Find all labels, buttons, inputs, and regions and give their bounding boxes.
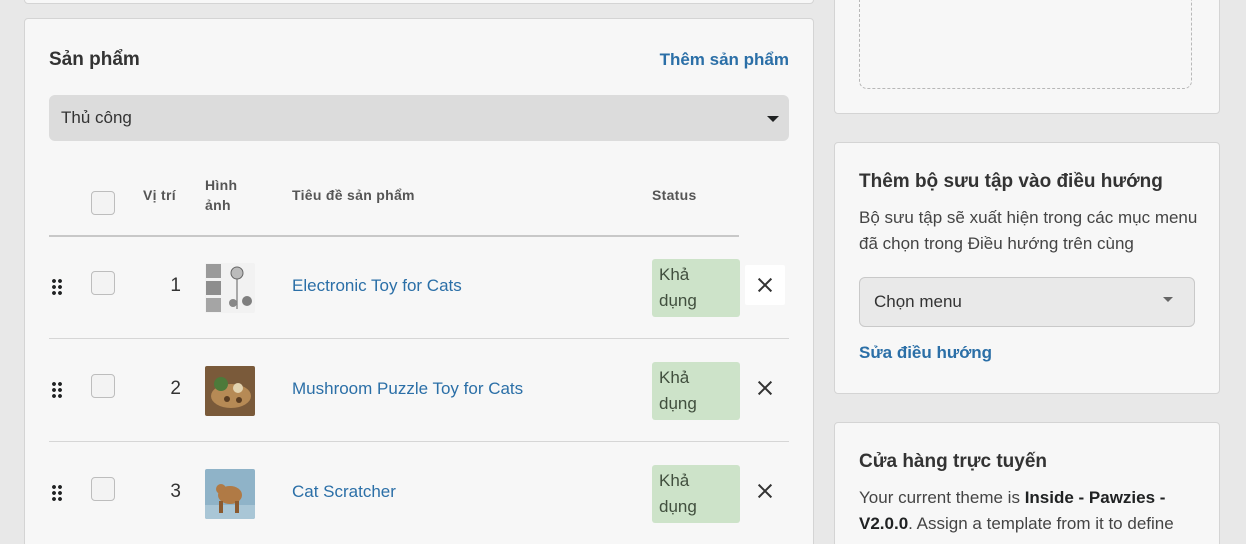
product-thumbnail <box>205 263 255 313</box>
header-image: Hình ảnh <box>205 175 237 215</box>
navigation-card: Thêm bộ sưu tập vào điều hướng Bộ sưu tậ… <box>834 142 1220 394</box>
product-thumbnail <box>205 469 255 519</box>
add-product-link[interactable]: Thêm sản phẩm <box>660 50 789 70</box>
select-all-checkbox[interactable] <box>91 191 115 215</box>
remove-product-button[interactable] <box>745 265 785 305</box>
row-position: 1 <box>170 275 181 296</box>
row-checkbox[interactable] <box>91 374 115 398</box>
image-drop-zone[interactable] <box>859 0 1192 89</box>
products-title: Sản phẩm <box>49 49 140 70</box>
status-badge: Khả dụng <box>652 465 740 523</box>
navigation-title: Thêm bộ sưu tập vào điều hướng <box>859 171 1163 192</box>
drag-handle-icon[interactable] <box>52 485 62 503</box>
menu-select[interactable]: Chọn menu <box>859 277 1195 327</box>
product-title-link[interactable]: Cat Scratcher <box>292 482 396 502</box>
row-checkbox[interactable] <box>91 271 115 295</box>
status-badge: Khả dụng <box>652 362 740 420</box>
online-store-description: Your current theme is Inside - Pawzies -… <box>859 488 1174 533</box>
close-icon <box>757 380 773 396</box>
row-divider <box>49 338 789 339</box>
close-icon <box>757 483 773 499</box>
close-icon <box>757 277 773 293</box>
row-position: 2 <box>170 378 181 399</box>
product-thumbnail <box>205 366 255 416</box>
row-position: 3 <box>170 481 181 502</box>
header-image-line1: Hình <box>205 177 238 193</box>
header-title: Tiêu đề sản phẩm <box>292 187 415 203</box>
table-row: 1 Electronic Toy for Cats Khả dụng <box>49 237 789 339</box>
product-title-link[interactable]: Electronic Toy for Cats <box>292 276 462 296</box>
navigation-description: Bộ sưu tập sẽ xuất hiện trong các mục me… <box>859 208 1198 253</box>
sort-select[interactable]: Thủ công <box>49 95 789 141</box>
product-title-link[interactable]: Mushroom Puzzle Toy for Cats <box>292 379 523 399</box>
header-image-line2: ảnh <box>205 197 231 213</box>
previous-card-bottom <box>24 0 814 4</box>
caret-down-icon <box>1163 297 1173 302</box>
header-status: Status <box>652 187 697 203</box>
table-row: 3 Cat Scratcher Khả dụng <box>49 443 789 544</box>
remove-product-button[interactable] <box>745 471 785 511</box>
status-badge: Khả dụng <box>652 259 740 317</box>
sort-select-value: Thủ công <box>61 108 132 127</box>
edit-navigation-link[interactable]: Sửa điều hướng <box>859 343 992 363</box>
drag-handle-icon[interactable] <box>52 279 62 297</box>
row-divider <box>49 441 789 442</box>
header-position: Vị trí <box>143 187 176 203</box>
products-card: Sản phẩm Thêm sản phẩm Thủ công Vị trí H… <box>24 18 814 544</box>
drag-handle-icon[interactable] <box>52 382 62 400</box>
collection-image-card <box>834 0 1220 114</box>
online-store-card: Cửa hàng trực tuyến Your current theme i… <box>834 422 1220 544</box>
online-store-title: Cửa hàng trực tuyến <box>859 451 1047 472</box>
row-checkbox[interactable] <box>91 477 115 501</box>
table-row: 2 Mushroom Puzzle Toy for Cats Khả dụng <box>49 340 789 442</box>
caret-down-icon <box>767 116 779 122</box>
remove-product-button[interactable] <box>745 368 785 408</box>
menu-select-value: Chọn menu <box>874 292 962 311</box>
